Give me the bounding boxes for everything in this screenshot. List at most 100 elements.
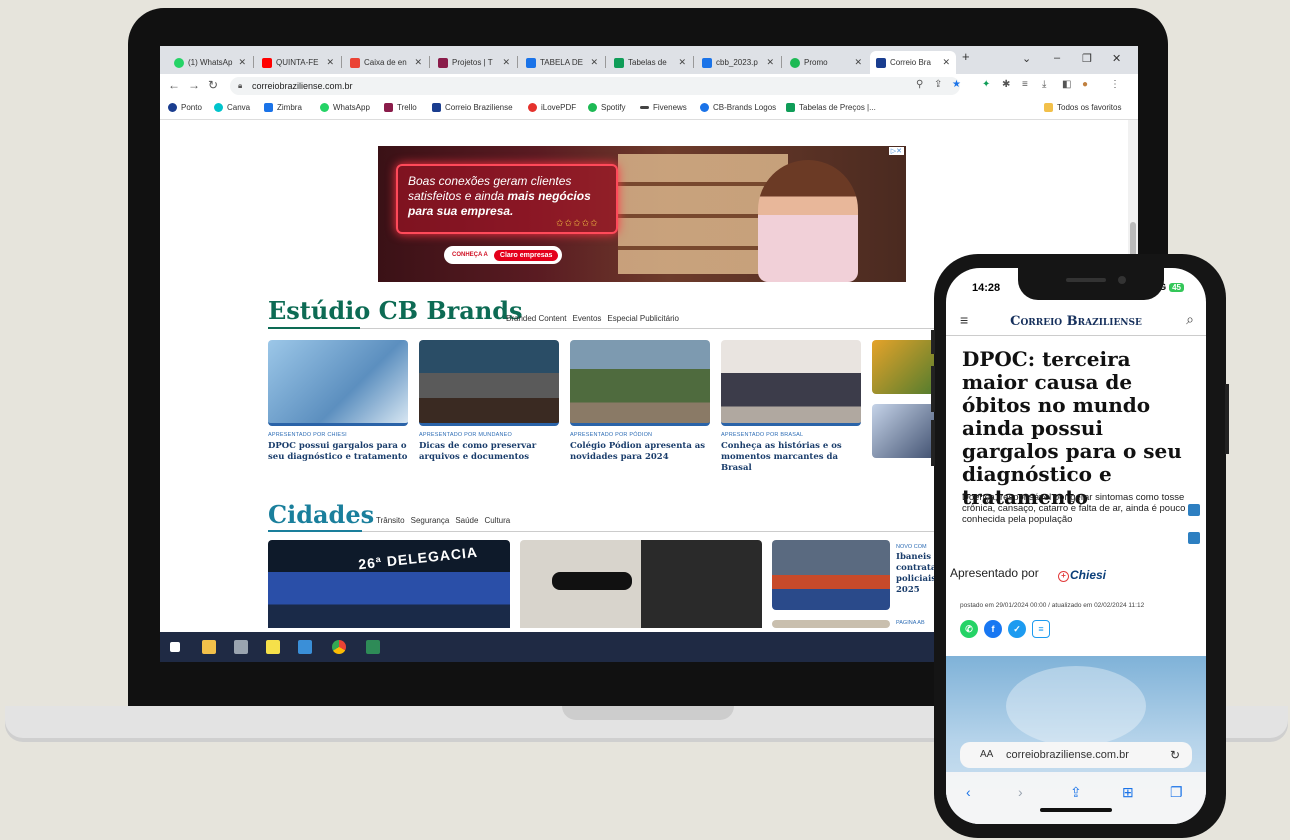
- news-card[interactable]: APRESENTADO POR MUNDANEO Dicas de como p…: [419, 340, 559, 463]
- tab-youtube[interactable]: QUINTA-FE ✕: [256, 51, 340, 74]
- news-image-delegacia[interactable]: 26ª DELEGACIA: [268, 540, 510, 628]
- excel-icon[interactable]: [366, 640, 380, 654]
- profile-avatar[interactable]: ●: [1082, 79, 1088, 90]
- close-window-icon[interactable]: ✕: [1112, 52, 1121, 65]
- comment-icon[interactable]: ≡: [1032, 620, 1050, 638]
- reload-icon[interactable]: ↻: [208, 78, 218, 92]
- whatsapp-share-icon[interactable]: ✆: [960, 620, 978, 638]
- facebook-share-icon[interactable]: f: [984, 620, 1002, 638]
- link-saude[interactable]: Saúde: [455, 516, 478, 525]
- twitter-share-icon[interactable]: ✓: [1008, 620, 1026, 638]
- safari-url-bar[interactable]: AA correiobraziliense.com.br ↻: [960, 742, 1192, 768]
- link-eventos[interactable]: Eventos: [573, 314, 602, 323]
- forward-icon[interactable]: →: [188, 78, 200, 92]
- download-icon[interactable]: ⤓: [1042, 79, 1046, 90]
- tab-correio[interactable]: Correio Bra ✕: [870, 51, 956, 74]
- chrome-icon[interactable]: [332, 640, 346, 654]
- tab-cbb[interactable]: cbb_2023.p ✕: [696, 51, 780, 74]
- extension-icon[interactable]: ✦: [982, 79, 990, 90]
- news-image-police[interactable]: [772, 540, 890, 610]
- bookmark-tabelas[interactable]: Tabelas de Preços |...: [786, 103, 876, 112]
- tab-trello[interactable]: Projetos | T ✕: [432, 51, 516, 74]
- tabs-icon[interactable]: ❐: [1170, 784, 1183, 801]
- star-icon[interactable]: ★: [952, 79, 961, 90]
- close-icon[interactable]: ✕: [502, 57, 510, 68]
- bookmark-zimbra[interactable]: Zimbra: [264, 103, 302, 112]
- bookmark-ilovepdf[interactable]: iLovePDF: [528, 103, 576, 112]
- news-card[interactable]: APRESENTADO POR PÓDION Colégio Pódion ap…: [570, 340, 710, 463]
- bookmark-fivenews[interactable]: Fivenews: [640, 103, 687, 112]
- bookmark-cbbrands[interactable]: CB-Brands Logos: [700, 103, 776, 112]
- sidepanel-icon[interactable]: ◧: [1062, 79, 1071, 90]
- windows-start-icon[interactable]: [170, 642, 180, 652]
- close-icon[interactable]: ✕: [766, 57, 774, 68]
- tab-search-icon[interactable]: ⌄: [1022, 52, 1031, 65]
- forward-icon[interactable]: ›: [1018, 784, 1023, 800]
- tab-gmail[interactable]: Caixa de en ✕: [344, 51, 428, 74]
- close-icon[interactable]: ✕: [414, 57, 422, 68]
- section-title-cb-brands[interactable]: Estúdio CB Brands: [268, 296, 523, 325]
- bookmark-spotify[interactable]: Spotify: [588, 103, 625, 112]
- tab-spotify[interactable]: Promo ✕: [784, 51, 868, 74]
- search-icon[interactable]: ⌕: [1186, 311, 1194, 328]
- reload-icon[interactable]: ↻: [1170, 742, 1180, 768]
- link-cultura[interactable]: Cultura: [484, 516, 510, 525]
- share-icon[interactable]: ⇪: [934, 79, 942, 90]
- reading-list-icon[interactable]: ≡: [1022, 79, 1028, 90]
- share-icon[interactable]: ⇪: [1070, 784, 1082, 801]
- calculator-icon[interactable]: [234, 640, 248, 654]
- link-branded-content[interactable]: Branded Content: [506, 314, 567, 323]
- bookmark-whatsapp[interactable]: WhatsApp: [320, 103, 370, 112]
- bookmark-canva[interactable]: Canva: [214, 103, 250, 112]
- new-tab-button[interactable]: +: [962, 49, 970, 64]
- close-icon[interactable]: ✕: [326, 57, 334, 68]
- bookmark-ponto[interactable]: Ponto: [168, 103, 202, 112]
- tab-whatsapp[interactable]: (1) WhatsAp ✕: [168, 51, 252, 74]
- floating-icon[interactable]: [1188, 504, 1200, 516]
- news-card[interactable]: APRESENTADO POR CHIESI DPOC possui garga…: [268, 340, 408, 463]
- close-icon[interactable]: ✕: [678, 57, 686, 68]
- bookmark-trello[interactable]: Trello: [384, 103, 417, 112]
- back-icon[interactable]: ←: [168, 78, 180, 92]
- ad-cta-button[interactable]: CONHEÇA A Claro empresas: [444, 246, 563, 264]
- presented-by-label: Apresentado por: [950, 566, 1039, 580]
- zoom-icon[interactable]: ⚲: [916, 79, 923, 90]
- bookmark-correio[interactable]: Correio Braziliense: [432, 103, 513, 112]
- sticky-notes-icon[interactable]: [266, 640, 280, 654]
- text-size-button[interactable]: AA: [980, 742, 993, 768]
- maximize-icon[interactable]: ❐: [1082, 52, 1092, 65]
- spotify-icon: [790, 57, 800, 68]
- url-input[interactable]: 🔒︎ correiobraziliense.com.br: [230, 77, 960, 95]
- section-title-cidades[interactable]: Cidades: [268, 500, 374, 529]
- bookmarks-icon[interactable]: ⊞: [1122, 784, 1134, 801]
- close-icon[interactable]: ✕: [942, 57, 950, 68]
- zimbra-icon: [264, 103, 273, 112]
- ad-close-icon[interactable]: ▷✕: [888, 147, 904, 155]
- link-seguranca[interactable]: Segurança: [411, 516, 450, 525]
- file-explorer-icon[interactable]: [202, 640, 216, 654]
- safari-toolbar: ‹ › ⇪ ⊞ ❐: [946, 772, 1206, 824]
- ponto-icon: [168, 103, 177, 112]
- app-icon[interactable]: [298, 640, 312, 654]
- claro-ad-banner[interactable]: Boas conexões geram clientes satisfeitos…: [378, 146, 906, 282]
- news-image-bottom[interactable]: [772, 620, 890, 628]
- all-favorites[interactable]: Todos os favoritos: [1044, 103, 1121, 112]
- floating-icon[interactable]: [1188, 532, 1200, 544]
- news-card[interactable]: APRESENTADO POR BRASAL Conheça as histór…: [721, 340, 861, 474]
- menu-icon[interactable]: ⋮: [1110, 79, 1120, 90]
- minimize-icon[interactable]: –: [1054, 52, 1060, 64]
- link-transito[interactable]: Trânsito: [376, 516, 405, 525]
- close-icon[interactable]: ✕: [238, 57, 246, 68]
- puzzle-icon[interactable]: ✱: [1002, 79, 1010, 90]
- chiesi-logo[interactable]: + Chiesi: [1058, 568, 1106, 582]
- tab-tabela[interactable]: TABELA DE ✕: [520, 51, 604, 74]
- news-image-man[interactable]: [520, 540, 762, 628]
- back-icon[interactable]: ‹: [966, 784, 971, 800]
- tab-separator: [693, 56, 694, 68]
- close-icon[interactable]: ✕: [590, 57, 598, 68]
- correio-logo[interactable]: Correio Braziliense: [946, 314, 1206, 329]
- speaker-grille: [1066, 278, 1106, 282]
- tab-tabelas[interactable]: Tabelas de ✕: [608, 51, 692, 74]
- link-especial[interactable]: Especial Publicitário: [607, 314, 679, 323]
- close-icon[interactable]: ✕: [854, 57, 862, 68]
